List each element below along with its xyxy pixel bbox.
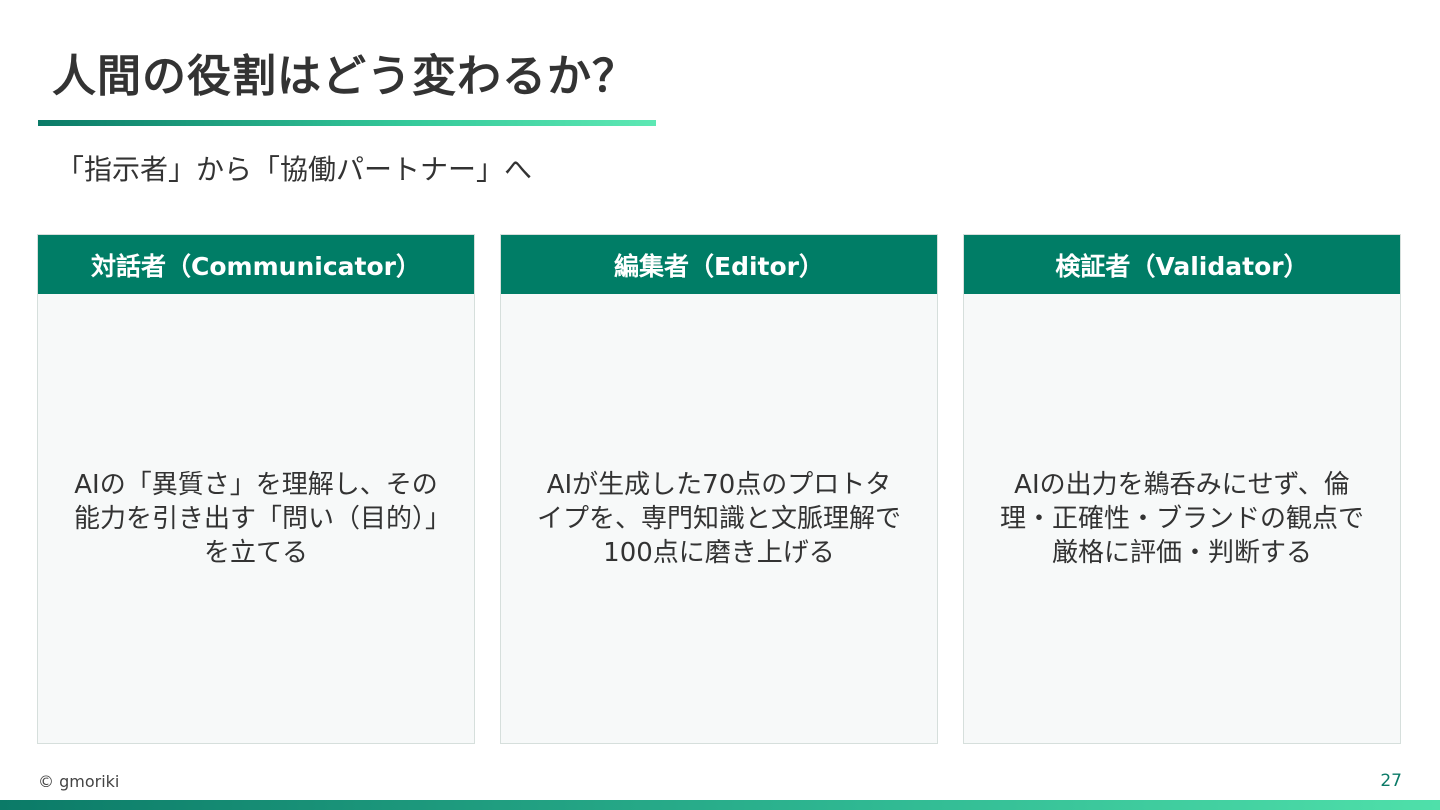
card-body-text: AIが生成した70点のプロトタイプを、専門知識と文脈理解で100点に磨き上げる bbox=[536, 469, 901, 568]
card-body: AIの「異質さ」を理解し、その能力を引き出す「問い（目的）」を立てる bbox=[38, 294, 474, 743]
card-body-text: AIの出力を鵜呑みにせず、倫理・正確性・ブランドの観点で厳格に評価・判断する bbox=[999, 469, 1364, 568]
page-number: 27 bbox=[1380, 771, 1402, 791]
card-body: AIの出力を鵜呑みにせず、倫理・正確性・ブランドの観点で厳格に評価・判断する bbox=[964, 294, 1400, 743]
role-card-validator: 検証者（Validator） AIの出力を鵜呑みにせず、倫理・正確性・ブランドの… bbox=[963, 234, 1401, 744]
card-heading: 検証者（Validator） bbox=[964, 235, 1400, 294]
bottom-accent-bar bbox=[0, 800, 1440, 810]
copyright-text: © gmoriki bbox=[38, 772, 120, 791]
card-body: AIが生成した70点のプロトタイプを、専門知識と文脈理解で100点に磨き上げる bbox=[501, 294, 937, 743]
slide-subtitle: 「指示者」から「協働パートナー」へ bbox=[56, 153, 533, 186]
role-card-editor: 編集者（Editor） AIが生成した70点のプロトタイプを、専門知識と文脈理解… bbox=[500, 234, 938, 744]
card-heading: 対話者（Communicator） bbox=[38, 235, 474, 294]
slide-title: 人間の役割はどう変わるか？ bbox=[52, 51, 637, 102]
role-card-communicator: 対話者（Communicator） AIの「異質さ」を理解し、その能力を引き出す… bbox=[37, 234, 475, 744]
title-underline bbox=[38, 120, 656, 126]
card-heading: 編集者（Editor） bbox=[501, 235, 937, 294]
card-body-text: AIの「異質さ」を理解し、その能力を引き出す「問い（目的）」を立てる bbox=[73, 469, 438, 568]
